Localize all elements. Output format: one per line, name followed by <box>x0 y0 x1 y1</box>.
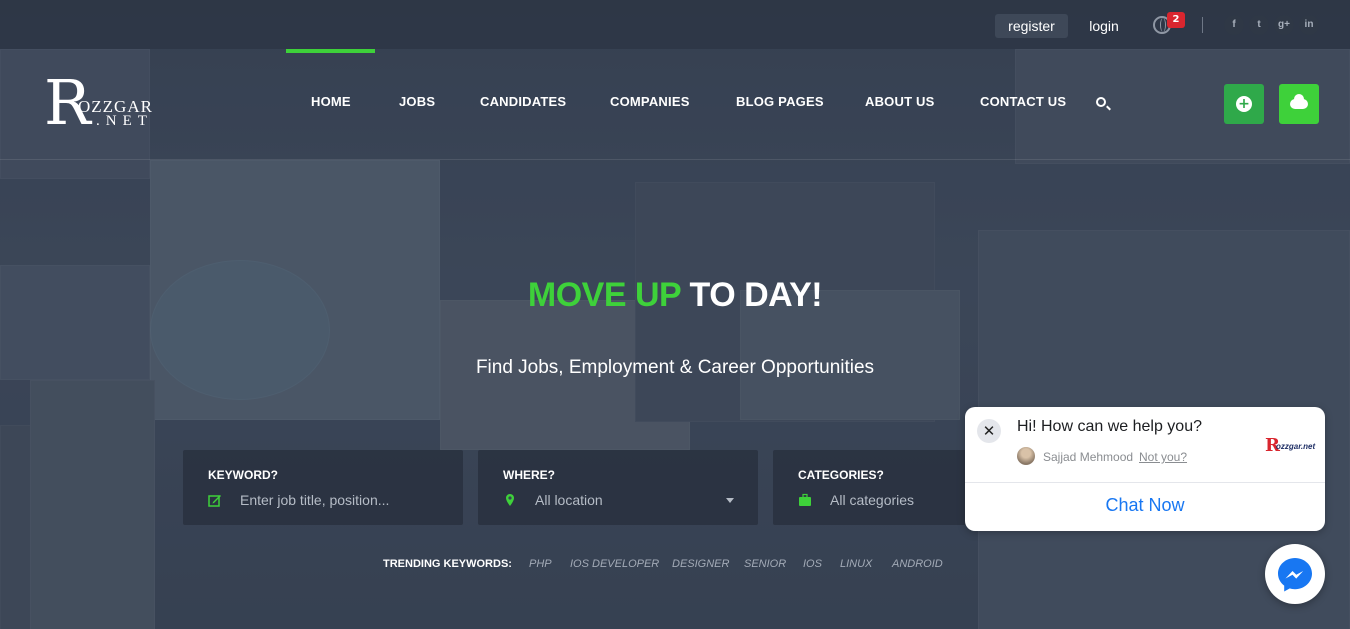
hero-title: MOVE UP TO DAY! <box>0 276 1350 315</box>
location-select[interactable]: All location <box>535 492 603 508</box>
hero-title-rest: TO DAY! <box>680 276 823 314</box>
keyword-input[interactable]: Enter job title, position... <box>240 492 389 508</box>
chat-logo-text: ozzgar.net <box>1276 442 1316 451</box>
keyword-label: KEYWORD? <box>208 468 278 482</box>
hero-subtitle: Find Jobs, Employment & Career Opportuni… <box>475 357 875 378</box>
register-button[interactable]: register <box>995 14 1068 38</box>
nav-blog-pages[interactable]: BLOG PAGES <box>736 94 824 109</box>
divider <box>965 482 1325 483</box>
chat-greeting: Hi! How can we help you? <box>1017 418 1202 435</box>
nav-companies[interactable]: COMPANIES <box>610 94 690 109</box>
chat-widget: ✕ Hi! How can we help you? Sajjad Mehmoo… <box>965 407 1325 531</box>
search-icon[interactable] <box>1096 97 1106 107</box>
trending-label: TRENDING KEYWORDS: <box>383 558 512 570</box>
hero-title-accent: MOVE UP <box>527 276 681 314</box>
nav-candidates[interactable]: CANDIDATES <box>480 94 566 109</box>
trending-keyword[interactable]: PHP <box>529 558 552 570</box>
chat-brand-logo: R ozzgar.net <box>1265 435 1316 456</box>
trending-keyword[interactable]: SENIOR <box>744 558 786 570</box>
nav-contact-us[interactable]: CONTACT US <box>980 94 1066 109</box>
messenger-button[interactable] <box>1265 544 1325 604</box>
trending-keyword[interactable]: IOS <box>803 558 822 570</box>
trending-keyword[interactable]: DESIGNER <box>672 558 729 570</box>
main-navbar: R OZZGAR .NET HOME JOBS CANDIDATES COMPA… <box>0 49 1350 160</box>
notification-badge: 2 <box>1167 12 1185 28</box>
location-label: WHERE? <box>503 468 555 482</box>
categories-select[interactable]: All categories <box>830 492 914 508</box>
upload-cv-button[interactable] <box>1279 84 1319 124</box>
twitter-icon[interactable]: t <box>1249 15 1269 35</box>
nav-active-indicator <box>286 49 375 53</box>
nav-home[interactable]: HOME <box>311 94 351 109</box>
close-icon[interactable]: ✕ <box>977 419 1001 443</box>
categories-label: CATEGORIES? <box>798 468 884 482</box>
divider <box>1202 17 1203 33</box>
chat-now-button[interactable]: Chat Now <box>965 495 1325 516</box>
logo-subtext: .NET <box>96 113 153 129</box>
nav-jobs[interactable]: JOBS <box>399 94 435 109</box>
plus-icon: + <box>1236 96 1252 112</box>
edit-icon <box>208 495 221 507</box>
linkedin-icon[interactable]: in <box>1299 15 1319 35</box>
top-utility-bar: register login 2 f t g+ in <box>0 0 1350 49</box>
messenger-icon <box>1278 558 1312 592</box>
site-logo[interactable]: R OZZGAR .NET <box>44 67 174 142</box>
post-job-button[interactable]: + <box>1224 84 1264 124</box>
nav-about-us[interactable]: ABOUT US <box>865 94 935 109</box>
not-you-link[interactable]: Not you? <box>1139 450 1187 464</box>
briefcase-icon <box>799 493 811 506</box>
trending-keyword[interactable]: LINUX <box>840 558 872 570</box>
trending-keyword[interactable]: ANDROID <box>892 558 943 570</box>
chat-agent-name: Sajjad Mehmood <box>1043 450 1134 464</box>
avatar <box>1017 447 1035 465</box>
cloud-icon <box>1290 94 1308 109</box>
chevron-down-icon[interactable] <box>726 498 734 503</box>
login-button[interactable]: login <box>1082 14 1126 38</box>
keyword-field[interactable]: KEYWORD? Enter job title, position... <box>183 450 463 525</box>
google-plus-icon[interactable]: g+ <box>1274 15 1294 35</box>
facebook-icon[interactable]: f <box>1224 15 1244 35</box>
trending-keyword[interactable]: IOS DEVELOPER <box>570 558 659 570</box>
location-field[interactable]: WHERE? All location <box>478 450 758 525</box>
map-pin-icon <box>506 494 514 506</box>
